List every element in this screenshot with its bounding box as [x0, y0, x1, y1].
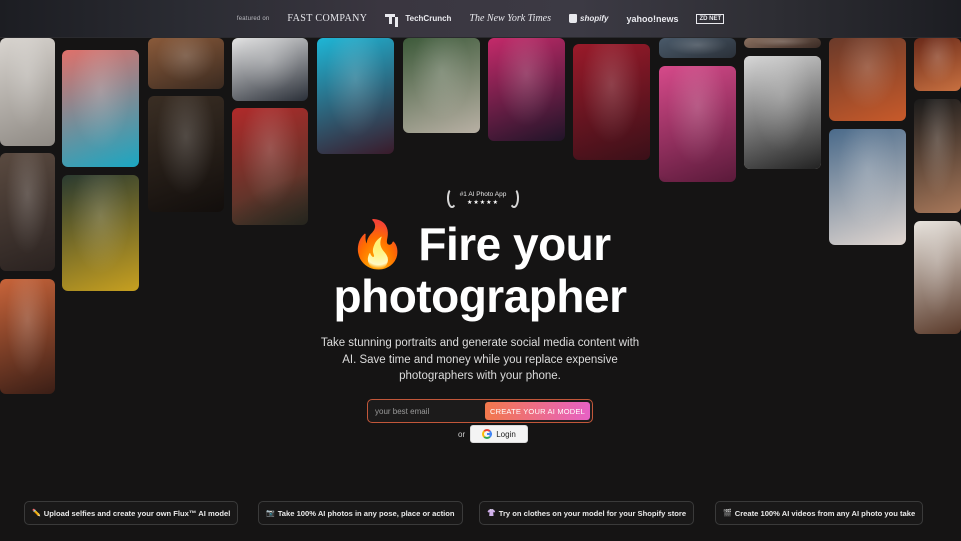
video-icon: 🎬: [723, 510, 732, 517]
featured-label: featured on: [236, 15, 270, 22]
photo-shirtless-man: [914, 99, 961, 213]
laurel-left-icon: [447, 188, 457, 208]
photo-statue: [0, 38, 55, 146]
photo-man-tie: [148, 38, 224, 89]
photo-top-b: [744, 38, 821, 48]
feature-pill-upload: ✏️ Upload selfies and create your own Fl…: [24, 501, 239, 525]
google-login-button[interactable]: Login: [470, 425, 528, 443]
shopify-logo[interactable]: shopify: [569, 14, 608, 23]
techcrunch-label: TechCrunch: [405, 14, 452, 23]
photo-dog: [914, 221, 961, 334]
photo-top-a: [659, 38, 736, 58]
nytimes-logo[interactable]: The New York Times: [469, 13, 551, 24]
photo-pool-woman: [62, 50, 139, 167]
laurel-right-icon: [509, 188, 519, 208]
feature-pill-videos: 🎬 Create 100% AI videos from any AI phot…: [715, 501, 924, 525]
featured-bar: featured on FAST COMPANY TechCrunch The …: [0, 0, 961, 38]
techcrunch-logo[interactable]: TechCrunch: [385, 13, 452, 24]
hero-headline: 🔥 Fire your photographer: [290, 218, 670, 322]
hero-subtitle: Take stunning portraits and generate soc…: [320, 337, 640, 382]
shopify-bag-icon: [569, 14, 578, 23]
feature-label: Take 100% AI photos in any pose, place o…: [277, 508, 455, 518]
signup-form: CREATE YOUR AI MODEL: [367, 399, 593, 423]
create-model-button[interactable]: CREATE YOUR AI MODEL: [485, 402, 590, 420]
award-badge: #1 AI Photo App ★★★★★: [445, 186, 521, 210]
or-separator: or: [458, 430, 466, 439]
headline-line-1: 🔥 Fire your: [349, 218, 611, 270]
photo-football-player: [62, 175, 139, 291]
photo-leather-jacket: [829, 38, 906, 121]
fast-company-logo[interactable]: FAST COMPANY: [287, 13, 367, 24]
photo-pool-bikini: [317, 38, 394, 154]
yahoo-news-logo[interactable]: yahoo!news: [626, 14, 678, 24]
google-icon: [482, 429, 493, 439]
feature-label: Create 100% AI videos from any AI photo …: [734, 508, 916, 518]
photo-curly-woman: [0, 153, 55, 271]
feature-pill-clothes: 👚 Try on clothes on your model for your …: [479, 501, 695, 525]
photo-yoga: [403, 38, 480, 133]
photo-neon-woman: [573, 44, 650, 160]
badge-title: #1 AI Photo App: [459, 190, 507, 198]
zdnet-logo[interactable]: ZD NET: [696, 13, 725, 24]
google-login-label: Login: [496, 429, 516, 439]
email-input[interactable]: [370, 402, 485, 420]
techcrunch-icon: [385, 13, 401, 24]
photo-dj: [488, 38, 565, 141]
camera-icon: 📷: [266, 510, 275, 517]
feature-pill-photos: 📷 Take 100% AI photos in any pose, place…: [258, 501, 463, 525]
photo-pilot: [232, 38, 308, 101]
photo-brunette: [829, 129, 906, 245]
photo-candles: [914, 38, 961, 91]
photo-sunset-couch: [0, 279, 55, 394]
pencil-icon: ✏️: [32, 510, 41, 517]
star-rating-icon: ★★★★★: [467, 199, 499, 206]
shopify-label: shopify: [580, 14, 609, 23]
headline-line-2: photographer: [333, 270, 627, 322]
feature-list: ✏️ Upload selfies and create your own Fl…: [0, 501, 961, 525]
feature-label: Upload selfies and create your own Flux™…: [43, 508, 231, 518]
feature-label: Try on clothes on your model for your Sh…: [498, 508, 687, 518]
clothes-icon: 👚: [487, 510, 496, 517]
